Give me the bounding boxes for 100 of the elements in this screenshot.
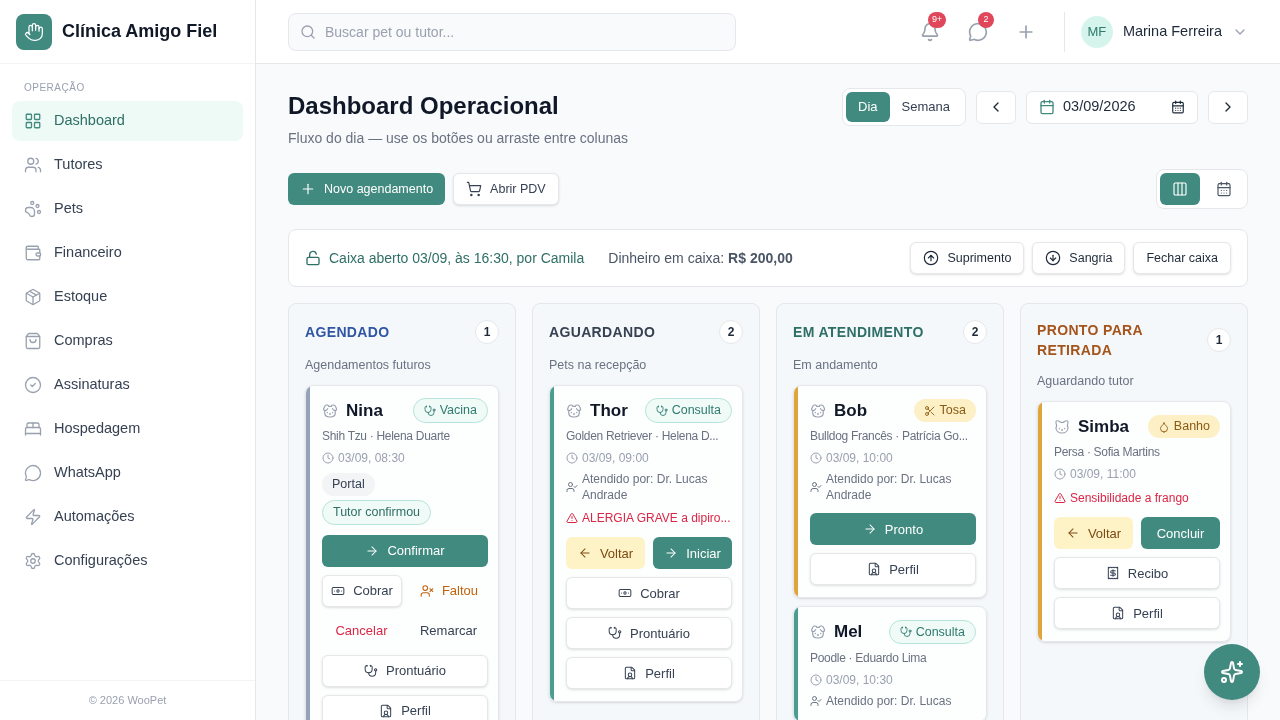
toolbar-button[interactable]: Novo agendamento <box>288 173 446 205</box>
column-count: 1 <box>1207 328 1231 352</box>
copyright: © 2026 WooPet <box>88 693 167 709</box>
clock-icon <box>810 452 822 465</box>
range-tab[interactable]: Dia <box>846 92 890 122</box>
calendar-icon <box>1039 99 1055 115</box>
dog-icon <box>810 402 826 419</box>
chat-icon <box>24 464 42 482</box>
sidebar-item[interactable]: Hospedagem <box>12 409 243 449</box>
action-button[interactable]: Pronto <box>810 513 976 546</box>
previous-button[interactable] <box>976 90 1016 124</box>
appointment-card[interactable]: Mel Consulta Poodle · Eduardo Lima 03/09, 10:30 Atendido por: Dr. Lucas <box>793 606 987 720</box>
user-name[interactable]: Marina Ferreira <box>1122 20 1222 43</box>
status-tag: Tutor confirmou <box>322 500 432 525</box>
cash-button[interactable]: Sangria <box>1032 242 1126 274</box>
date-field[interactable]: 03/09/2026 <box>1026 90 1198 124</box>
column-title: AGENDADO <box>305 323 390 342</box>
service-tag: Banho <box>1147 415 1220 438</box>
calendar-icon <box>1216 181 1232 197</box>
action-button[interactable]: Cobrar <box>566 577 732 610</box>
cash-status: Caixa aberto 03/09, às 16:30, por Camila <box>329 248 585 268</box>
brand-name: Clínica Amigo Fiel <box>62 20 218 43</box>
action-button[interactable]: Remarcar <box>409 614 488 647</box>
sidebar-item[interactable]: Pets <box>12 189 243 229</box>
users-icon <box>24 156 42 174</box>
arrow-up-icon <box>923 250 940 266</box>
columns-icon <box>1172 181 1188 197</box>
scissors-icon <box>923 404 936 417</box>
action-button[interactable]: Cobrar <box>322 574 402 607</box>
next-button[interactable] <box>1208 90 1248 124</box>
attendant: Atendido por: Dr. Lucas Andrade <box>582 471 709 504</box>
pet-name: Mel <box>834 621 863 644</box>
breed-owner: Golden Retriever · Helena D... <box>566 428 719 446</box>
bed-icon <box>24 420 42 438</box>
attendant: Atendido por: Dr. Lucas Andrade <box>826 471 953 504</box>
appointment-card[interactable]: Bob Tosa Bulldog Francês · Patrícia Go... 03/09, 10:00 Atendido por: Dr. Lucas Andrade Pronto Perfil <box>793 384 987 599</box>
user-icon <box>810 481 822 494</box>
pet-name: Bob <box>834 399 868 422</box>
action-button[interactable]: Prontuário <box>322 654 488 687</box>
action-button[interactable]: Prontuário <box>566 617 732 650</box>
cash-button[interactable]: Suprimento <box>910 242 1025 274</box>
sidebar-item[interactable]: Configurações <box>12 541 243 581</box>
column-subtitle: Aguardando tutor <box>1037 373 1135 390</box>
action-button[interactable]: Concluir <box>1141 517 1220 550</box>
stethoscope-icon <box>655 404 668 417</box>
package-icon <box>24 288 42 306</box>
column-subtitle: Agendamentos futuros <box>305 357 432 374</box>
range-tab[interactable]: Semana <box>889 92 962 122</box>
sidebar-item[interactable]: Compras <box>12 321 243 361</box>
clock-icon <box>322 452 334 465</box>
sidebar-item[interactable]: Tutores <box>12 145 243 185</box>
pet-name: Nina <box>346 399 383 422</box>
action-button[interactable]: Voltar <box>1054 517 1133 550</box>
sidebar-item[interactable]: Financeiro <box>12 233 243 273</box>
search-field[interactable]: Buscar pet ou tutor... <box>288 12 736 51</box>
action-button[interactable]: Recibo <box>1054 557 1220 590</box>
cart-icon <box>466 181 483 197</box>
toolbar-button[interactable]: Abrir PDV <box>453 173 559 205</box>
breed-owner: Shih Tzu · Helena Duarte <box>322 428 450 446</box>
action-button[interactable]: Voltar <box>566 537 645 570</box>
sidebar-item[interactable]: Dashboard <box>12 101 243 141</box>
warning-icon <box>1054 492 1066 505</box>
action-button[interactable]: Cancelar <box>322 614 401 647</box>
action-button[interactable]: Confirmar <box>322 534 488 567</box>
action-button[interactable]: Perfil <box>566 657 732 690</box>
bag-icon <box>24 332 42 350</box>
hand-icon <box>24 21 44 42</box>
cat-icon <box>1054 418 1070 435</box>
user-icon <box>566 481 578 494</box>
sidebar-item[interactable]: Assinaturas <box>12 365 243 405</box>
action-button[interactable]: Perfil <box>810 553 976 586</box>
bell-icon[interactable] <box>919 21 940 42</box>
arrow-down-icon <box>1045 250 1062 266</box>
column-title: EM ATENDIMENTO <box>793 323 924 342</box>
appointment-card[interactable]: Nina Vacina Shih Tzu · Helena Duarte 03/09, 08:30 Portal Tutor confirmou Confirmar Cobrar Faltou Cancelar Remarcar Prontuário Perfil <box>305 384 499 720</box>
message-count: 2 <box>977 11 994 28</box>
cash-button[interactable]: Fechar caixa <box>1133 242 1231 274</box>
sidebar-item[interactable]: Automações <box>12 497 243 537</box>
appointment-time: 03/09, 08:30 <box>338 450 405 468</box>
service-tag: Vacina <box>412 398 488 423</box>
appointment-time: 03/09, 09:00 <box>582 450 649 468</box>
action-button[interactable]: Perfil <box>1054 597 1220 630</box>
breed-owner: Poodle · Eduardo Lima <box>810 649 927 667</box>
breed-owner: Bulldog Francês · Patrícia Go... <box>810 428 968 446</box>
sidebar-item[interactable]: WhatsApp <box>12 453 243 493</box>
sidebar-item[interactable]: Estoque <box>12 277 243 317</box>
action-button[interactable]: Perfil <box>322 694 488 720</box>
column-subtitle: Pets na recepção <box>549 357 648 374</box>
view-button[interactable] <box>1160 173 1200 205</box>
unlock-icon <box>305 250 321 266</box>
document-icon <box>623 666 638 681</box>
action-button[interactable]: Iniciar <box>653 537 732 570</box>
appointment-card[interactable]: Thor Consulta Golden Retriever · Helena D... 03/09, 09:00 Atendido por: Dr. Lucas Andrade ALERGIA GRAVE a dipiro... Voltar Iniciar Cobrar Prontuário Perfil <box>549 384 743 703</box>
stethoscope-icon <box>899 626 912 638</box>
action-button[interactable]: Faltou <box>410 574 488 607</box>
alert-text: Sensibilidade a frango <box>1070 490 1189 508</box>
chat-icon[interactable] <box>967 21 988 42</box>
column-count: 2 <box>963 320 987 344</box>
user-icon <box>810 694 822 707</box>
appointment-card[interactable]: Simba Banho Persa · Sofia Martins 03/09, 11:00 Sensibilidade a frango Voltar Concluir Recibo Perfil <box>1037 400 1231 643</box>
